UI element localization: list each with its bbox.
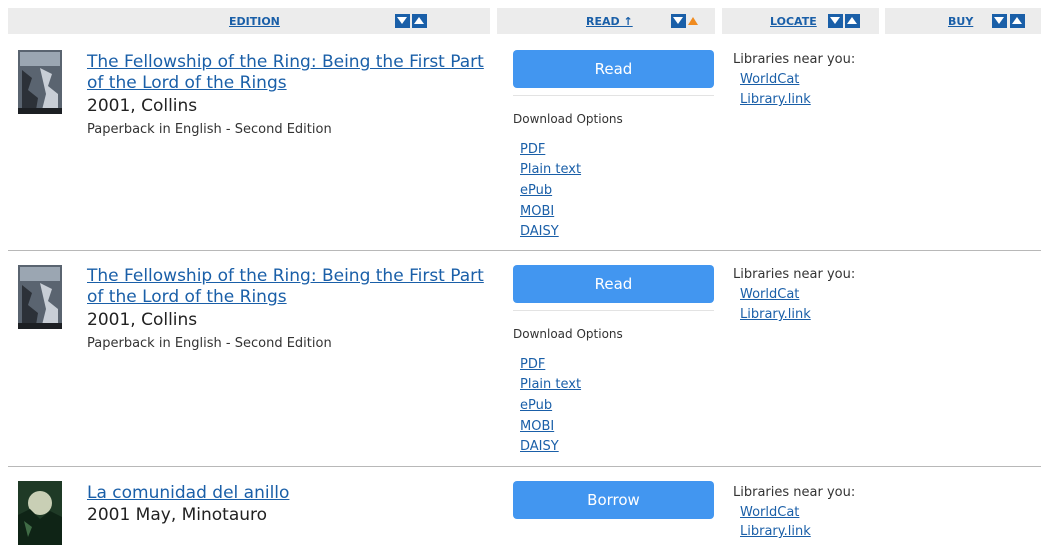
locate-sort-link[interactable]: LOCATE [770,15,817,28]
sort-ascending-icon[interactable] [845,14,860,28]
library-link-link[interactable]: Library.link [740,524,811,539]
library-link-link[interactable]: Library.link [740,92,811,107]
read-column-header: READ ↑ [497,8,715,34]
edition-publish-info: 2001, Collins [87,96,198,116]
edition-format: Paperback in English - Second Edition [87,122,332,137]
libraries-heading: Libraries near you: [733,52,856,67]
row-divider [8,250,1041,251]
edition-title-link[interactable]: The Fellowship of the Ring: Being the Fi… [87,266,487,308]
sort-descending-icon[interactable] [992,14,1007,28]
download-options-heading: Download Options [513,112,623,126]
divider [513,310,714,311]
sort-descending-icon[interactable] [671,14,686,28]
edition-title-link[interactable]: The Fellowship of the Ring: Being the Fi… [87,52,487,94]
download-mobi-link[interactable]: MOBI [520,204,554,219]
edition-title-link[interactable]: La comunidad del anillo [87,483,487,504]
edition-publish-info: 2001 May, Minotauro [87,505,268,525]
sort-ascending-icon[interactable] [1010,14,1025,28]
libraries-heading: Libraries near you: [733,485,856,500]
download-daisy-link[interactable]: DAISY [520,224,559,239]
download-pdf-link[interactable]: PDF [520,142,545,157]
sort-descending-icon[interactable] [828,14,843,28]
library-link-link[interactable]: Library.link [740,307,811,322]
locate-column-header: LOCATE [722,8,879,34]
download-mobi-link[interactable]: MOBI [520,419,554,434]
edition-column-header: EDITION [8,8,490,34]
worldcat-link[interactable]: WorldCat [740,287,799,302]
read-button[interactable]: Read [513,265,714,303]
download-daisy-link[interactable]: DAISY [520,439,559,454]
edition-publish-info: 2001, Collins [87,310,198,330]
read-button[interactable]: Read [513,50,714,88]
borrow-button[interactable]: Borrow [513,481,714,519]
book-cover-image[interactable] [18,265,62,329]
download-plain-text-link[interactable]: Plain text [520,377,581,392]
download-options-heading: Download Options [513,327,623,341]
download-epub-link[interactable]: ePub [520,398,552,413]
sort-ascending-active-icon[interactable] [686,14,701,28]
sort-descending-icon[interactable] [395,14,410,28]
libraries-heading: Libraries near you: [733,267,856,282]
buy-sort-link[interactable]: BUY [948,15,973,28]
worldcat-link[interactable]: WorldCat [740,72,799,87]
download-pdf-link[interactable]: PDF [520,357,545,372]
read-sort-link[interactable]: READ ↑ [586,15,633,28]
download-plain-text-link[interactable]: Plain text [520,162,581,177]
download-epub-link[interactable]: ePub [520,183,552,198]
buy-column-header: BUY [885,8,1041,34]
edition-sort-link[interactable]: EDITION [229,15,280,28]
sort-ascending-icon[interactable] [412,14,427,28]
book-cover-image[interactable] [18,481,62,545]
worldcat-link[interactable]: WorldCat [740,505,799,520]
edition-format: Paperback in English - Second Edition [87,336,332,351]
divider [513,95,714,96]
book-cover-image[interactable] [18,50,62,114]
row-divider [8,466,1041,467]
